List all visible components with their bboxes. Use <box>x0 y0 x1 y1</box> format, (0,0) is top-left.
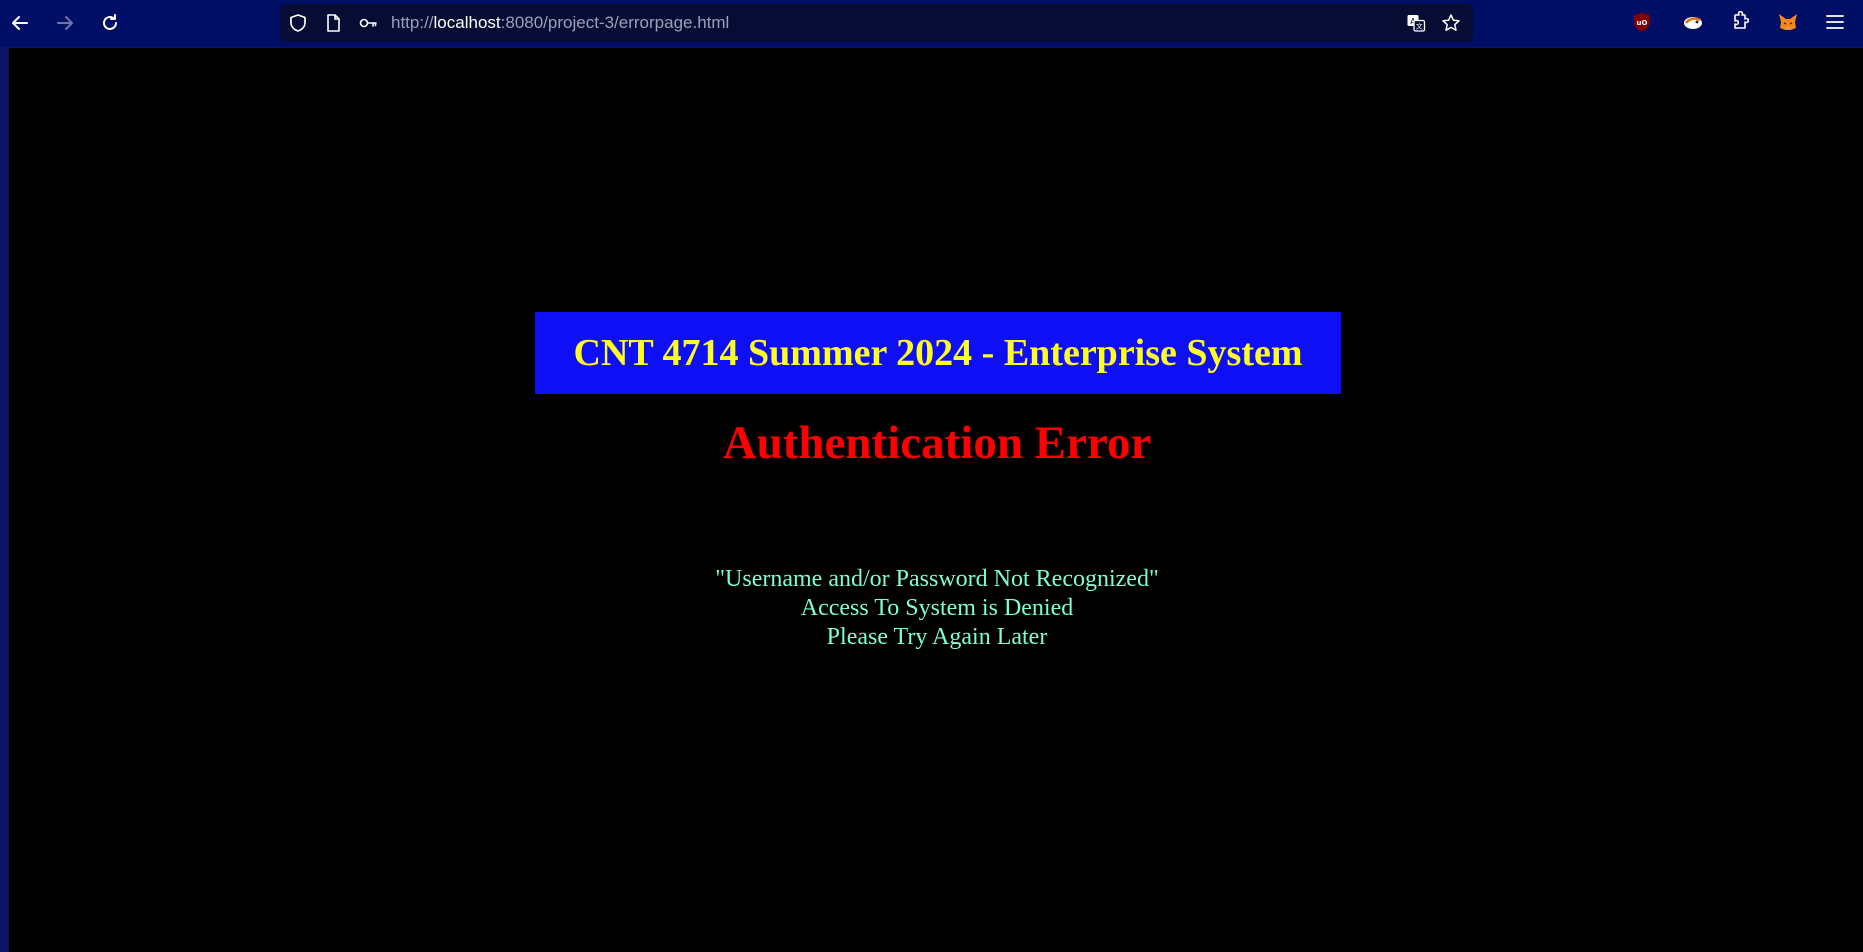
page-viewport <box>9 48 1863 952</box>
app-menu-button[interactable] <box>1823 10 1847 34</box>
bookmark-button[interactable] <box>1441 13 1461 33</box>
error-title: Authentication Error <box>722 417 1152 469</box>
browser-toolbar: http://localhost:8080/project-3/errorpag… <box>0 0 1863 47</box>
reload-icon <box>103 14 117 30</box>
translate-button[interactable]: A文 <box>1406 13 1426 33</box>
url-prefix: http:// <box>391 13 434 32</box>
star-icon <box>1442 14 1460 31</box>
ublock-extension-button[interactable]: uO <box>1630 10 1654 34</box>
forward-button[interactable] <box>50 8 80 38</box>
metamask-icon <box>1779 14 1797 30</box>
address-bar[interactable]: http://localhost:8080/project-3/errorpag… <box>280 4 1473 42</box>
key-icon <box>359 18 377 28</box>
reload-button[interactable] <box>95 8 125 38</box>
hamburger-menu-icon <box>1826 15 1844 29</box>
ublock-icon: uO <box>1634 12 1650 32</box>
url-text[interactable]: http://localhost:8080/project-3/errorpag… <box>391 4 729 42</box>
error-message-line: "Username and/or Password Not Recognized… <box>715 566 1159 592</box>
fox-icon <box>1684 17 1702 29</box>
url-path: :8080/project-3/errorpage.html <box>500 13 730 32</box>
puzzle-icon <box>1734 11 1750 29</box>
svg-text:文: 文 <box>1416 22 1423 31</box>
translate-icon: A文 <box>1407 15 1426 32</box>
shield-icon <box>290 14 306 32</box>
back-arrow-icon <box>12 16 28 30</box>
system-banner: CNT 4714 Summer 2024 - Enterprise System <box>535 312 1341 394</box>
metamask-extension-button[interactable] <box>1776 10 1800 34</box>
banner-title: CNT 4714 Summer 2024 - Enterprise System <box>573 332 1303 374</box>
url-host: localhost <box>433 13 501 32</box>
svg-text:uO: uO <box>1637 19 1648 27</box>
error-message-line: Access To System is Denied <box>800 595 1074 621</box>
error-message-line: Please Try Again Later <box>826 624 1048 650</box>
back-button[interactable] <box>5 8 35 38</box>
tracking-protection-button[interactable] <box>288 13 308 33</box>
forward-arrow-icon <box>57 16 73 30</box>
fox-extension-button[interactable] <box>1681 10 1705 34</box>
saved-logins-button[interactable] <box>358 13 378 33</box>
page-icon <box>327 14 340 32</box>
page-info-button[interactable] <box>323 13 343 33</box>
extensions-button[interactable] <box>1728 10 1752 34</box>
